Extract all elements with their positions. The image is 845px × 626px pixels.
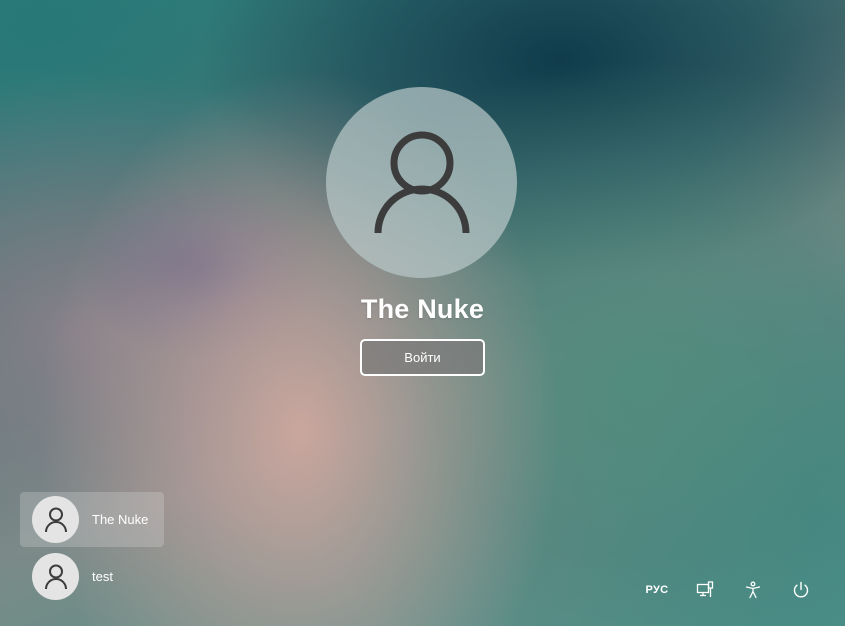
language-indicator: РУС — [645, 584, 669, 596]
user-list-item-test[interactable]: test — [20, 549, 164, 604]
user-list-item-label: The Nuke — [92, 512, 149, 527]
user-avatar-large — [326, 87, 517, 278]
user-list-item-the-nuke[interactable]: The Nuke — [20, 492, 164, 547]
avatar — [32, 553, 79, 600]
power-icon — [793, 581, 809, 598]
system-tray: РУС — [633, 572, 825, 608]
accessibility-icon — [745, 581, 761, 599]
power-button[interactable] — [777, 572, 825, 608]
user-icon — [374, 131, 469, 233]
network-icon — [696, 581, 714, 597]
user-name-title: The Nuke — [360, 294, 485, 324]
user-list-item-label: test — [92, 569, 113, 584]
accessibility-button[interactable] — [729, 572, 777, 608]
user-icon — [44, 507, 67, 532]
network-button[interactable] — [681, 572, 729, 608]
sign-in-button[interactable]: Войти — [360, 339, 485, 376]
avatar — [32, 496, 79, 543]
user-icon — [44, 564, 67, 589]
language-button[interactable]: РУС — [633, 572, 681, 608]
lock-screen: The Nuke Войти The Nuke test РУС — [0, 0, 845, 626]
